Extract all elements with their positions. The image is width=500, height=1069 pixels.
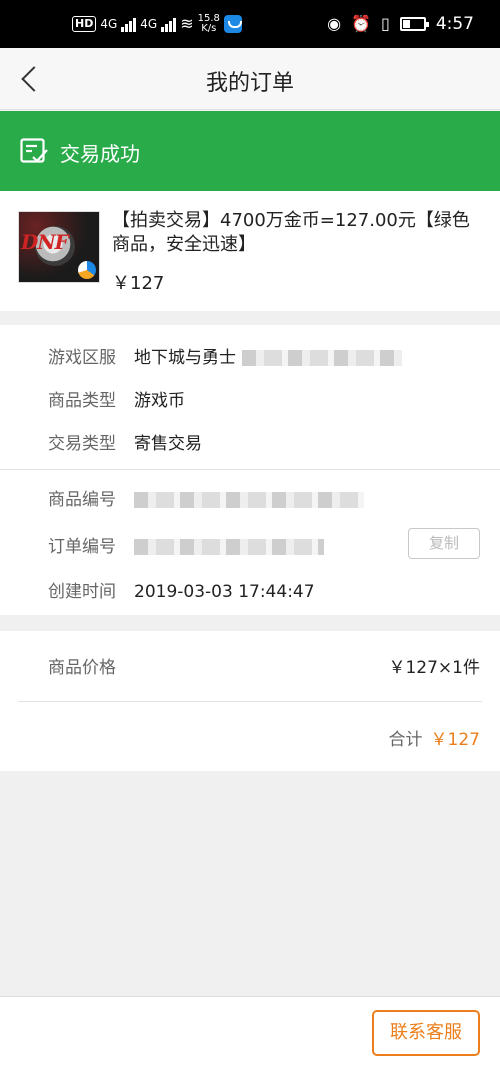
total-row: 合计 ￥127	[389, 725, 480, 750]
redacted-order-no	[134, 539, 324, 555]
game-server-row: 游戏区服 地下城与勇士	[48, 343, 402, 368]
page-title: 我的订单	[205, 71, 294, 96]
price-card: 商品价格 ￥127×1件 合计 ￥127	[0, 631, 500, 771]
game-server-value: 地下城与勇士	[134, 348, 236, 368]
order-no-row: 订单编号	[48, 532, 324, 557]
wifi-icon: ≋	[180, 14, 194, 33]
network-type-2: 4G	[140, 17, 158, 31]
price-quantity: ￥127×1件	[388, 658, 480, 678]
status-banner: 交易成功	[0, 111, 500, 191]
price-label: 商品价格	[48, 658, 116, 678]
game-logo: DNF	[21, 230, 69, 254]
status-right: ◉ ⏰ ▯ 4:57	[327, 14, 474, 34]
order-success-icon	[20, 138, 48, 163]
order-status-text: 交易成功	[60, 142, 140, 166]
divider	[0, 469, 500, 470]
signal-icon	[121, 16, 137, 32]
hd-voice-icon: HD	[72, 16, 97, 32]
notification-app-icon	[223, 15, 242, 33]
item-no-row: 商品编号	[48, 485, 364, 510]
item-type-row: 商品类型 游戏币	[48, 391, 185, 411]
product-thumbnail: DNF	[18, 211, 100, 283]
copy-button[interactable]: 复制	[408, 528, 480, 559]
tencent-game-icon	[78, 261, 96, 279]
divider	[18, 701, 482, 702]
order-info-card: 游戏区服 地下城与勇士 商品类型 游戏币 交易类型 寄售交易 商品编号 订单编号 复制…	[0, 325, 500, 615]
status-left: HD 4G 4G ≋ 15.8 K/s	[72, 14, 242, 34]
network-type-1: 4G	[100, 17, 118, 31]
trade-type-value: 寄售交易	[134, 434, 202, 454]
total-value: ￥127	[430, 730, 480, 750]
net-speed: 15.8 K/s	[197, 13, 220, 34]
product-card[interactable]: DNF 【拍卖交易】4700万金币=127.00元【绿色商品，安全迅速】 ￥12…	[0, 191, 500, 311]
item-type-value: 游戏币	[134, 391, 185, 411]
redacted-server	[242, 350, 402, 366]
eye-comfort-icon: ◉	[327, 14, 342, 33]
redacted-item-no	[134, 492, 364, 508]
alarm-icon: ⏰	[351, 14, 371, 33]
trade-type-row: 交易类型 寄售交易	[48, 434, 202, 454]
clock: 4:57	[435, 14, 474, 34]
contact-service-button[interactable]: 联系客服	[372, 1010, 480, 1056]
product-price: ￥127	[112, 273, 165, 294]
signal-icon-2	[161, 16, 177, 32]
total-label: 合计	[388, 730, 423, 750]
battery-icon	[399, 17, 429, 31]
vibrate-icon: ▯	[381, 14, 390, 33]
created-at-row: 创建时间 2019-03-03 17:44:47	[48, 582, 315, 602]
nav-bar: 我的订单	[0, 48, 500, 110]
product-title: 【拍卖交易】4700万金币=127.00元【绿色商品，安全迅速】	[112, 210, 470, 255]
status-bar: HD 4G 4G ≋ 15.8 K/s ◉ ⏰ ▯ 4:57	[0, 0, 500, 48]
bottom-bar: 联系客服	[0, 996, 500, 1069]
created-at-value: 2019-03-03 17:44:47	[134, 582, 315, 602]
